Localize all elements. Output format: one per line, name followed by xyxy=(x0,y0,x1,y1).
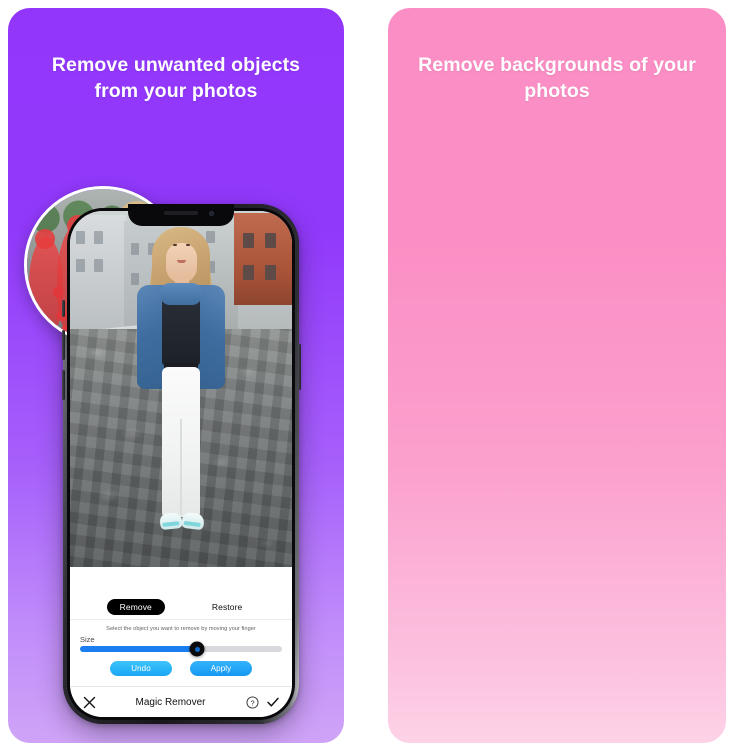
promo-card-background-remover: Remove backgrounds of your photos xyxy=(388,8,726,743)
screenshot-stage: Remove unwanted objects from your photos xyxy=(0,0,734,743)
size-label: Size xyxy=(80,635,95,644)
editor-title-left: Magic Remover xyxy=(135,696,206,708)
undo-button[interactable]: Undo xyxy=(110,661,172,676)
phone-notch-left xyxy=(128,204,234,226)
bottom-bar-left: Magic Remover ? xyxy=(70,686,292,717)
card-headline-right: Remove backgrounds of your photos xyxy=(418,54,696,102)
brush-size-slider[interactable] xyxy=(80,641,282,657)
check-icon[interactable] xyxy=(266,695,280,709)
building-left xyxy=(70,215,126,335)
tab-restore[interactable]: Restore xyxy=(199,599,255,615)
action-button-row: Undo Apply xyxy=(70,652,292,686)
question-circle-icon[interactable]: ? xyxy=(245,695,259,709)
mode-tab-row-left: Remove Restore xyxy=(70,592,292,620)
phone-volume-up-button xyxy=(61,330,65,360)
tab-remove[interactable]: Remove xyxy=(106,598,165,615)
phone-mockup-left: Remove Restore Select the object you wan… xyxy=(61,204,301,724)
phone-bezel-left: Remove Restore Select the object you wan… xyxy=(67,208,295,720)
subject-woman-photo xyxy=(122,227,240,567)
phone-volume-down-button xyxy=(61,370,65,400)
svg-text:?: ? xyxy=(250,698,254,707)
close-x-icon[interactable] xyxy=(82,695,96,709)
highlighted-object-1-head xyxy=(35,229,55,249)
slider-fill xyxy=(80,646,198,652)
phone-power-button xyxy=(297,344,301,390)
slider-thumb[interactable] xyxy=(189,641,205,657)
phone-mute-switch xyxy=(61,300,65,317)
photo-canvas-left xyxy=(70,211,292,567)
card-headline-left: Remove unwanted objects from your photos xyxy=(51,54,301,102)
earpiece-speaker xyxy=(164,211,198,215)
editor-toolbar-left: Remove Restore Select the object you wan… xyxy=(70,592,292,717)
promo-card-magic-remover: Remove unwanted objects from your photos xyxy=(8,8,344,743)
front-camera xyxy=(209,211,214,216)
phone-screen-left: Remove Restore Select the object you wan… xyxy=(70,211,292,717)
apply-button[interactable]: Apply xyxy=(190,661,252,676)
building-red xyxy=(234,213,292,305)
editor-hint-text: Select the object you want to remove by … xyxy=(106,626,256,632)
